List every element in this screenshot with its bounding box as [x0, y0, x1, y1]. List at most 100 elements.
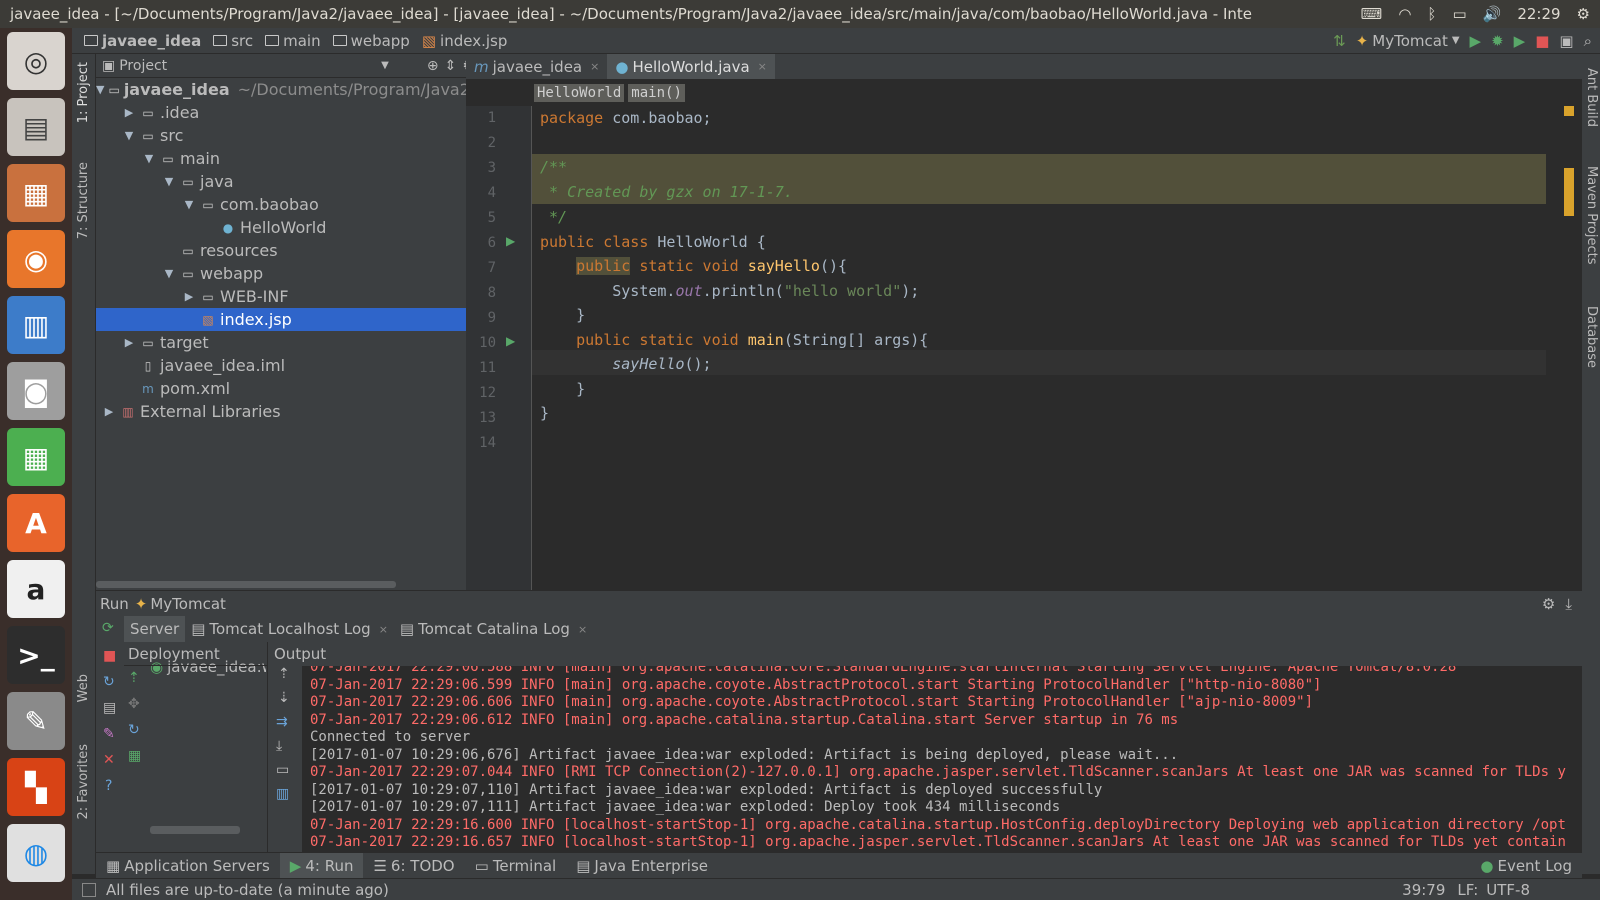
layout-icon[interactable]: ▤: [103, 700, 116, 716]
coverage-icon[interactable]: ▶: [1514, 32, 1526, 50]
file-encoding[interactable]: UTF-8: [1486, 881, 1530, 899]
search-icon[interactable]: ⌕: [1584, 32, 1592, 50]
print-icon[interactable]: ▭: [276, 762, 289, 778]
tree-item[interactable]: ▼ ▭ src: [96, 124, 466, 147]
tree-item[interactable]: ▧ index.jsp: [96, 308, 466, 331]
pin-icon[interactable]: ✎: [103, 726, 115, 742]
battery-icon[interactable]: ▭: [1452, 5, 1466, 23]
bluetooth-icon[interactable]: ᛒ: [1427, 5, 1436, 23]
console-output[interactable]: 07-Jan-2017 22:29:06.588 INFO [main] org…: [302, 666, 1582, 852]
artifact-icon[interactable]: ▦: [128, 748, 141, 764]
close-icon[interactable]: ×: [758, 60, 767, 73]
ubuntu-dash-icon[interactable]: ◎: [7, 32, 65, 90]
scroll-to-end-icon[interactable]: ⤓: [276, 738, 282, 754]
tree-item[interactable]: ▶ ▭ target: [96, 331, 466, 354]
tool-window-toggle-icon[interactable]: [82, 882, 96, 897]
structure-tool-button[interactable]: 7: Structure: [76, 162, 91, 239]
update-icon[interactable]: ↻: [103, 674, 115, 690]
tab-pom[interactable]: m javaee_idea ×: [466, 54, 607, 79]
favorites-tool-button[interactable]: 2: Favorites: [76, 744, 91, 820]
software-center-icon[interactable]: A: [7, 494, 65, 552]
run-config-select[interactable]: ✦ MyTomcat ▼: [1356, 32, 1460, 50]
files-icon[interactable]: ▤: [7, 98, 65, 156]
expanded-arrow-icon[interactable]: ▼: [162, 267, 176, 280]
undeploy-icon[interactable]: ✥: [128, 696, 140, 712]
deployment-scrollbar[interactable]: [150, 826, 240, 834]
warning-marker[interactable]: [1564, 106, 1574, 116]
expanded-arrow-icon[interactable]: ▼: [162, 175, 176, 188]
collapsed-arrow-icon[interactable]: ▶: [182, 290, 196, 303]
maven-tool-button[interactable]: Maven Projects: [1584, 166, 1599, 265]
tab-todo[interactable]: ☰ 6: TODO: [363, 853, 464, 879]
tree-item[interactable]: ▯ javaee_idea.iml: [96, 354, 466, 377]
run-gutter-icon[interactable]: ▶: [506, 234, 515, 248]
collapsed-arrow-icon[interactable]: ▶: [122, 336, 136, 349]
terminal-icon[interactable]: >_: [7, 626, 65, 684]
tree-item[interactable]: ▶ ▭ WEB-INF: [96, 285, 466, 308]
event-log-button[interactable]: ● Event Log: [1470, 853, 1582, 879]
soft-wrap-icon[interactable]: ⇉: [276, 714, 288, 730]
tab-localhost-log[interactable]: ▤ Tomcat Localhost Log ×: [185, 616, 394, 642]
firefox-icon[interactable]: ◉: [7, 230, 65, 288]
rerun-icon[interactable]: ⟳: [102, 620, 114, 636]
tab-java-enterprise[interactable]: ▤ Java Enterprise: [566, 853, 718, 879]
tree-item[interactable]: ▶ ▥ External Libraries: [96, 400, 466, 423]
wifi-icon[interactable]: ◠: [1398, 5, 1411, 23]
target-icon[interactable]: ⊕: [427, 58, 439, 74]
web-tool-button[interactable]: Web: [76, 674, 91, 702]
amazon-icon[interactable]: a: [7, 560, 65, 618]
run-icon[interactable]: ▶: [1470, 32, 1482, 50]
stop-icon[interactable]: ■: [1535, 32, 1549, 50]
tab-catalina-log[interactable]: ▤ Tomcat Catalina Log ×: [394, 616, 593, 642]
tab-server[interactable]: Server: [124, 616, 186, 642]
tree-horizontal-scrollbar[interactable]: [96, 581, 396, 588]
close-icon[interactable]: ×: [578, 623, 587, 636]
chevron-down-icon[interactable]: ▼: [381, 60, 389, 71]
tab-helloworld[interactable]: ● HelloWorld.java ×: [607, 54, 775, 79]
nav-crumb-project[interactable]: javaee_idea: [84, 32, 201, 50]
breadcrumb-method[interactable]: main(): [628, 84, 685, 102]
tab-application-servers[interactable]: ▦ Application Servers: [96, 853, 280, 879]
project-tool-button[interactable]: 1: Project: [76, 62, 91, 123]
hide-icon[interactable]: ⤓: [1565, 595, 1572, 613]
project-structure-icon[interactable]: ▣: [1559, 32, 1573, 50]
database-tool-button[interactable]: Database: [1584, 306, 1599, 368]
app-grid-icon[interactable]: ▚: [7, 758, 65, 816]
nav-crumb-src[interactable]: src: [213, 32, 253, 50]
code-editor[interactable]: package com.baobao; /** * Created by gzx…: [532, 106, 1582, 590]
clock[interactable]: 22:29: [1517, 5, 1560, 23]
down-arrow-icon[interactable]: ⇣: [278, 690, 290, 706]
highlight-marker[interactable]: [1564, 168, 1574, 216]
tree-item[interactable]: ▼ ▭ com.baobao: [96, 193, 466, 216]
camera-icon[interactable]: ◙: [7, 362, 65, 420]
nav-crumb-webapp[interactable]: webapp: [332, 32, 410, 50]
run-gutter-icon[interactable]: ▶: [506, 334, 515, 348]
close-icon[interactable]: ×: [379, 623, 388, 636]
nav-crumb-file[interactable]: ▧ index.jsp: [422, 32, 508, 50]
expanded-arrow-icon[interactable]: ▼: [122, 129, 136, 142]
tree-item[interactable]: ▭ resources: [96, 239, 466, 262]
collapsed-arrow-icon[interactable]: ▶: [102, 405, 116, 418]
stop-icon[interactable]: ■: [103, 648, 116, 664]
gear-icon[interactable]: ⚙: [1577, 5, 1590, 23]
gear-icon[interactable]: ⚙: [1542, 595, 1555, 613]
tree-item[interactable]: ● HelloWorld: [96, 216, 466, 239]
collapse-icon[interactable]: ⇕: [445, 58, 457, 74]
tree-item[interactable]: m pom.xml: [96, 377, 466, 400]
chrome-icon[interactable]: ◍: [7, 824, 65, 882]
tab-terminal[interactable]: ▭ Terminal: [465, 853, 567, 879]
clear-icon[interactable]: ▥: [276, 786, 289, 802]
build-icon[interactable]: ⇅: [1333, 32, 1346, 50]
tree-item[interactable]: ▶ ▭ .idea: [96, 101, 466, 124]
keyboard-icon[interactable]: ⌨: [1361, 5, 1383, 23]
collapsed-arrow-icon[interactable]: ▶: [122, 106, 136, 119]
caret-position[interactable]: 39:79: [1402, 881, 1445, 899]
impress-icon[interactable]: ▦: [7, 164, 65, 222]
help-icon[interactable]: ?: [105, 778, 112, 794]
project-view-select[interactable]: Project: [119, 58, 167, 74]
breadcrumb-class[interactable]: HelloWorld: [534, 84, 625, 102]
refresh-icon[interactable]: ↻: [128, 722, 140, 738]
close-icon[interactable]: ✕: [103, 752, 115, 768]
deploy-icon[interactable]: ⇡: [128, 670, 140, 686]
volume-icon[interactable]: 🔊: [1483, 5, 1502, 23]
